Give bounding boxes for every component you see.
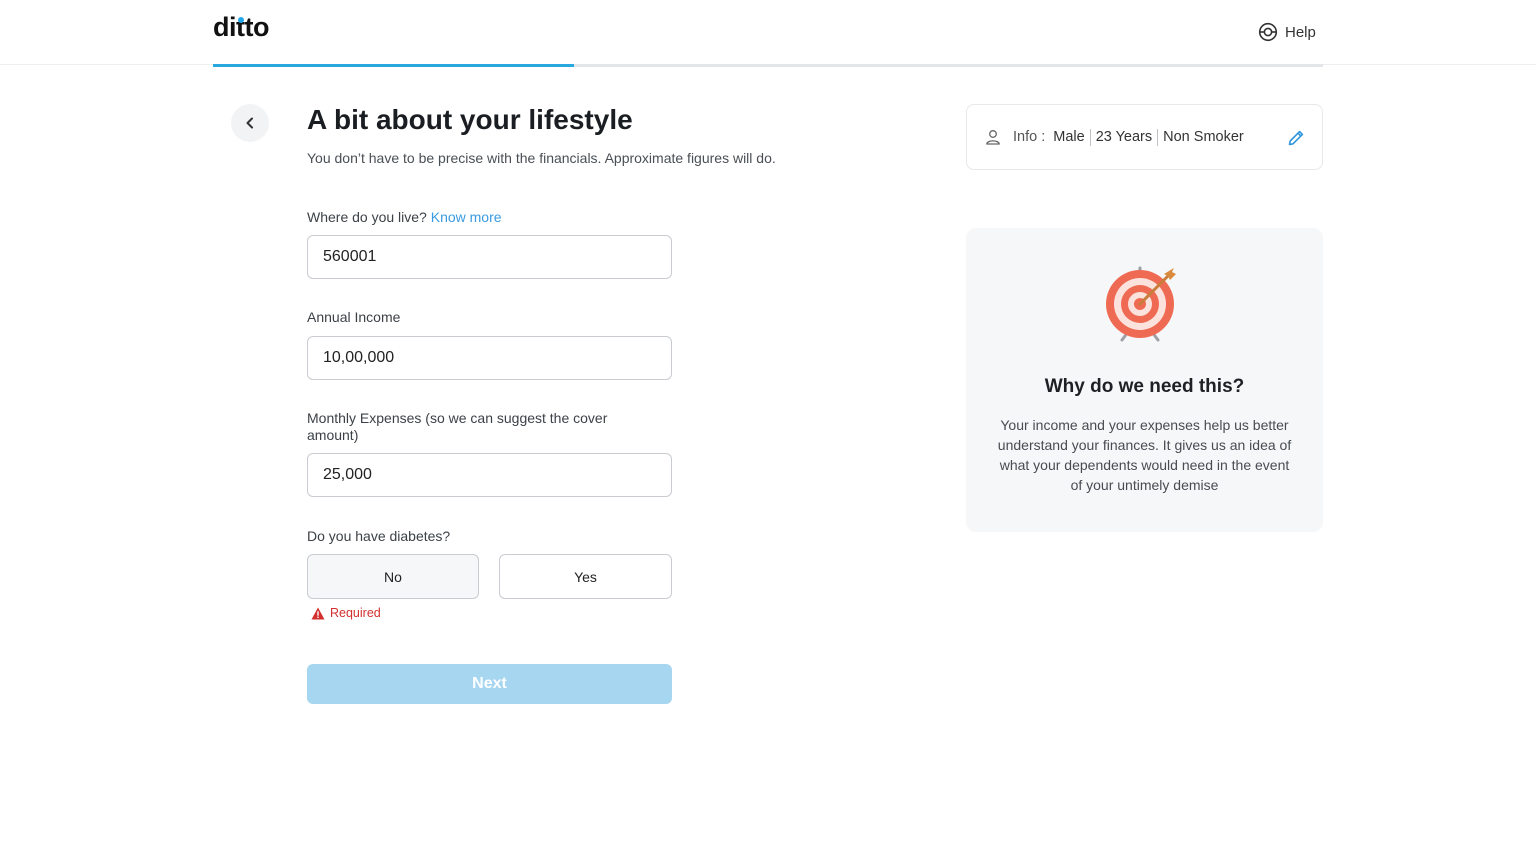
info-card: Info : Male 23 Years Non Smoker xyxy=(966,104,1323,170)
income-label: Annual Income xyxy=(307,309,401,325)
top-header: ditto Help xyxy=(0,0,1536,65)
page-title: A bit about your lifestyle xyxy=(307,104,633,135)
monthly-expenses-input[interactable] xyxy=(307,453,672,497)
pencil-icon[interactable] xyxy=(1287,129,1305,147)
location-label: Where do you live? xyxy=(307,209,427,225)
user-icon xyxy=(986,130,1000,145)
required-error: Required xyxy=(311,606,381,620)
dartboard-icon xyxy=(1106,266,1176,342)
next-button[interactable]: Next xyxy=(307,664,672,704)
annual-income-input[interactable] xyxy=(307,336,672,380)
chevron-left-icon xyxy=(246,117,253,129)
back-button[interactable] xyxy=(231,104,269,142)
info-smoker: Non Smoker xyxy=(1163,129,1244,145)
diabetes-yes-button[interactable]: Yes xyxy=(499,554,672,599)
know-more-link[interactable]: Know more xyxy=(431,209,502,225)
info-age: 23 Years xyxy=(1095,129,1153,145)
progress-fill xyxy=(213,64,574,67)
pincode-input[interactable] xyxy=(307,235,672,279)
info-divider xyxy=(1089,128,1091,146)
why-card: Why do we need this? Your income and you… xyxy=(966,228,1323,532)
info-label: Info : xyxy=(1013,129,1046,145)
info-gender: Male xyxy=(1053,129,1085,145)
why-text: Your income and your expenses help us be… xyxy=(997,417,1292,493)
progress-bar xyxy=(213,64,1323,67)
ditto-logo[interactable]: ditto xyxy=(213,12,269,43)
lifebuoy-icon xyxy=(1258,22,1278,42)
expenses-label: Monthly Expenses (so we can suggest the … xyxy=(307,410,608,443)
page-subtitle: You don’t have to be precise with the fi… xyxy=(307,150,776,166)
diabetes-no-button[interactable]: No xyxy=(307,554,479,599)
error-text: Required xyxy=(330,606,381,620)
help-label: Help xyxy=(1285,23,1316,41)
info-divider xyxy=(1157,128,1159,146)
warning-icon xyxy=(311,607,325,619)
logo-dot xyxy=(238,17,244,23)
location-label-row: Where do you live? Know more xyxy=(307,209,502,226)
diabetes-label: Do you have diabetes? xyxy=(307,528,451,544)
why-title: Why do we need this? xyxy=(1044,376,1245,397)
help-link[interactable]: Help xyxy=(1258,22,1316,42)
